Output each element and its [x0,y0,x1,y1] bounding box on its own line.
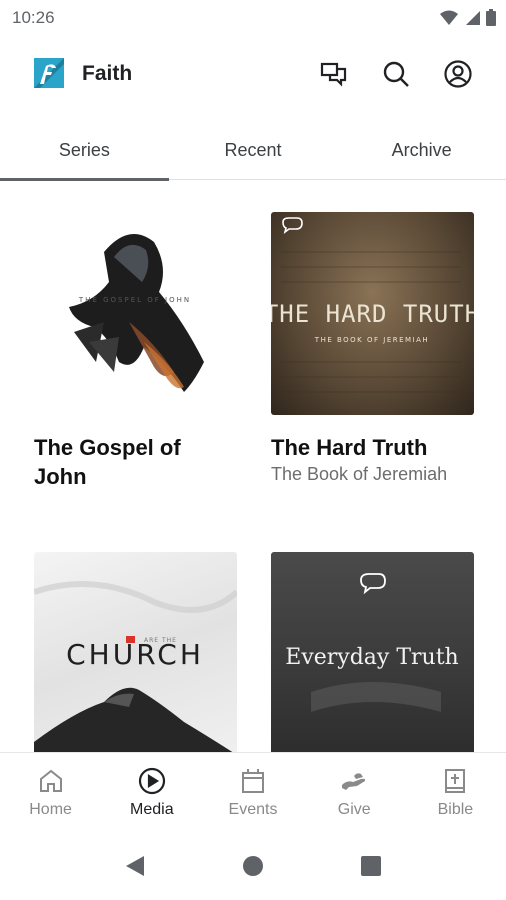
series-artwork: THE HARD TRUTH THE BOOK OF JEREMIAH [271,212,474,415]
nav-home[interactable]: Home [0,753,101,832]
chat-bubble-icon [282,217,303,234]
recents-icon[interactable] [360,855,382,877]
nav-events[interactable]: Events [202,753,303,832]
series-card-church[interactable]: ARE THE CHURCH [34,552,237,752]
nav-bible[interactable]: Bible [405,753,506,832]
play-circle-icon [138,767,165,795]
series-title: The Gospel of John [34,435,181,489]
nav-home-label: Home [29,801,72,818]
hard-truth-artwork: THE HARD TRUTH THE BOOK OF JEREMIAH [271,217,474,393]
bible-icon [445,769,466,793]
series-artwork: ARE THE CHURCH [34,552,237,752]
tab-recent[interactable]: Recent [169,120,338,180]
series-artwork: Everyday Truth [271,552,474,752]
battery-icon [486,9,496,26]
app-title: Faith [82,62,133,85]
series-card-everyday-truth[interactable]: Everyday Truth [271,552,474,752]
hard-truth-art-title: THE HARD TRUTH [271,300,474,328]
tab-bar: Series Recent Archive [0,120,506,181]
app-bar: Faith [0,36,506,112]
calendar-icon [242,769,264,793]
search-button[interactable] [378,56,414,92]
series-grid: THE GOSPEL OF JOHN The Gospel of John TH… [0,180,506,752]
search-icon [383,61,409,87]
gospel-art-title: THE GOSPEL OF JOHN [78,296,191,304]
account-button[interactable] [440,56,476,92]
status-bar: 10:26 [0,0,506,36]
chat-button[interactable] [316,56,352,92]
nav-bible-label: Bible [437,801,474,818]
system-navigation-bar [0,832,506,900]
hard-truth-art-subtitle: THE BOOK OF JEREMIAH [314,336,429,344]
series-artwork: THE GOSPEL OF JOHN [34,212,237,415]
series-subtitle: The Book of Jeremiah [271,464,448,484]
home-circle-icon[interactable] [242,855,264,877]
everyday-truth-artwork: Everyday Truth [285,573,459,712]
chat-bubble-icon [360,573,386,595]
status-icons [440,9,496,26]
nav-events-label: Events [228,801,278,818]
faith-logo-icon [34,58,64,88]
give-hand-icon [342,773,366,790]
everyday-truth-art-title: Everyday Truth [285,645,458,670]
bottom-navigation: Home Media Events Give Bible [0,752,506,832]
church-artwork: ARE THE CHURCH [34,581,237,752]
series-card-hard-truth[interactable]: THE HARD TRUTH THE BOOK OF JEREMIAH The … [271,212,474,485]
wifi-icon [440,10,458,25]
tab-series[interactable]: Series [0,120,169,181]
nav-media[interactable]: Media [101,753,202,832]
back-icon[interactable] [124,854,146,878]
chat-icon [320,62,347,87]
church-art-title: CHURCH [66,638,204,671]
series-title: The Hard Truth [271,435,428,460]
nav-give-label: Give [337,801,371,818]
status-time: 10:26 [12,8,55,27]
account-icon [444,60,472,88]
nav-media-label: Media [130,801,174,818]
signal-icon [466,10,480,25]
nav-give[interactable]: Give [304,753,405,832]
series-card-gospel-of-john[interactable]: THE GOSPEL OF JOHN The Gospel of John [34,212,237,491]
tab-archive[interactable]: Archive [337,120,506,180]
gospel-artwork: THE GOSPEL OF JOHN [69,234,204,392]
home-icon [39,769,62,792]
